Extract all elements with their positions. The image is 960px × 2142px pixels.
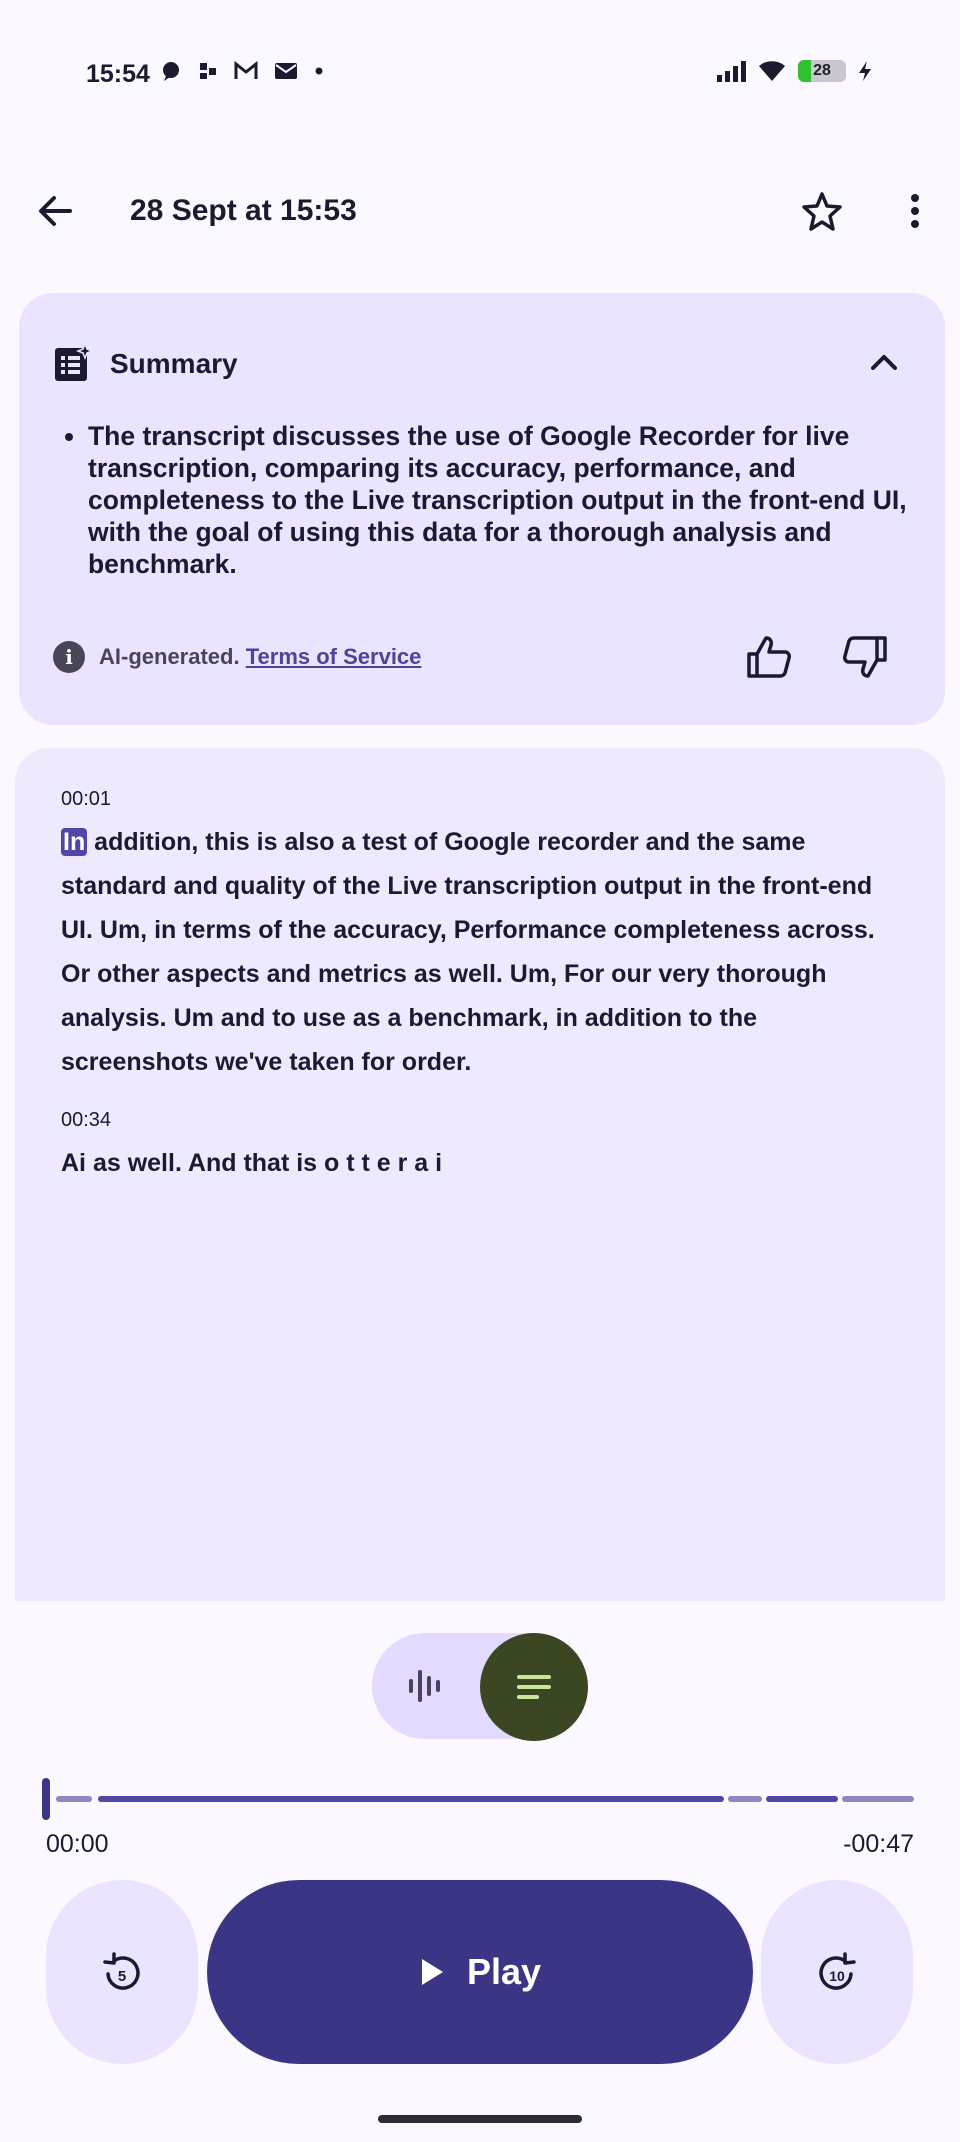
thumbs-down-button[interactable]	[838, 630, 892, 684]
thumb-down-icon	[843, 636, 887, 678]
segment-timestamp[interactable]: 00:01	[61, 788, 111, 811]
back-button[interactable]	[30, 186, 80, 236]
system-status: 28	[716, 60, 872, 82]
remaining-time: -00:47	[843, 1830, 914, 1858]
chat-bubble-icon	[163, 62, 179, 81]
status-time: 15:54	[86, 60, 150, 88]
star-outline-icon	[802, 192, 842, 231]
page-title: 28 Sept at 15:53	[130, 194, 357, 227]
play-button[interactable]: Play	[207, 1880, 753, 2064]
transcript-segment[interactable]: Ai as well. And that is o t t e r a i	[61, 1141, 891, 1185]
audio-view-button[interactable]	[390, 1660, 460, 1712]
ai-disclaimer: AI-generated. Terms of Service	[99, 644, 421, 670]
info-icon[interactable]: i	[53, 641, 85, 673]
collapse-summary-button[interactable]	[862, 342, 906, 382]
wifi-icon	[759, 61, 785, 81]
thumbs-up-button[interactable]	[742, 630, 796, 684]
segment-text: Ai as well. And that is o t t e r a i	[61, 1149, 443, 1177]
text-lines-icon	[517, 1675, 551, 1699]
forward-button[interactable]: 10	[761, 1880, 913, 2064]
ai-generated-label: AI-generated.	[99, 644, 240, 669]
summary-title: Summary	[110, 348, 238, 379]
elapsed-time: 00:00	[46, 1830, 109, 1858]
home-indicator[interactable]	[378, 2115, 582, 2123]
chevron-up-icon	[871, 355, 897, 370]
forward-10-icon: 10	[819, 1952, 856, 1990]
mail-icon	[275, 63, 297, 79]
current-word-highlight: In	[61, 828, 88, 856]
play-label: Play	[466, 1951, 542, 1992]
more-options-button[interactable]	[890, 186, 940, 236]
charging-icon	[859, 61, 871, 81]
seek-handle[interactable]	[42, 1778, 50, 1820]
transcript-view-button[interactable]	[480, 1633, 588, 1741]
more-vert-icon	[911, 194, 919, 228]
rewind-button[interactable]: 5	[46, 1880, 198, 2064]
forward-seconds: 10	[829, 1968, 845, 1984]
rewind-seconds: 5	[118, 1968, 126, 1985]
dot-icon	[315, 67, 323, 75]
gmail-icon	[234, 61, 258, 79]
play-icon	[421, 1959, 443, 1985]
summary-bullets: The transcript discusses the use of Goog…	[60, 420, 938, 580]
waveform-icon	[409, 1670, 440, 1702]
battery-level: 28	[813, 62, 831, 79]
transcript-segment[interactable]: In addition, this is also a test of Goog…	[61, 820, 891, 1084]
replay-5-icon: 5	[103, 1952, 140, 1990]
ai-summary-icon	[55, 344, 92, 381]
segment-timestamp[interactable]: 00:34	[61, 1109, 111, 1132]
battery-icon: 28	[798, 60, 846, 82]
app-dots-icon	[200, 63, 216, 79]
arrow-back-icon	[39, 196, 72, 226]
summary-bullet: The transcript discusses the use of Goog…	[88, 420, 938, 580]
favorite-button[interactable]	[797, 186, 847, 236]
thumb-up-icon	[747, 636, 791, 678]
signal-icon	[717, 61, 746, 82]
notification-icons	[160, 60, 324, 82]
segment-text: addition, this is also a test of Google …	[61, 828, 875, 1076]
terms-of-service-link[interactable]: Terms of Service	[246, 644, 422, 669]
seek-bar[interactable]	[56, 1796, 914, 1802]
